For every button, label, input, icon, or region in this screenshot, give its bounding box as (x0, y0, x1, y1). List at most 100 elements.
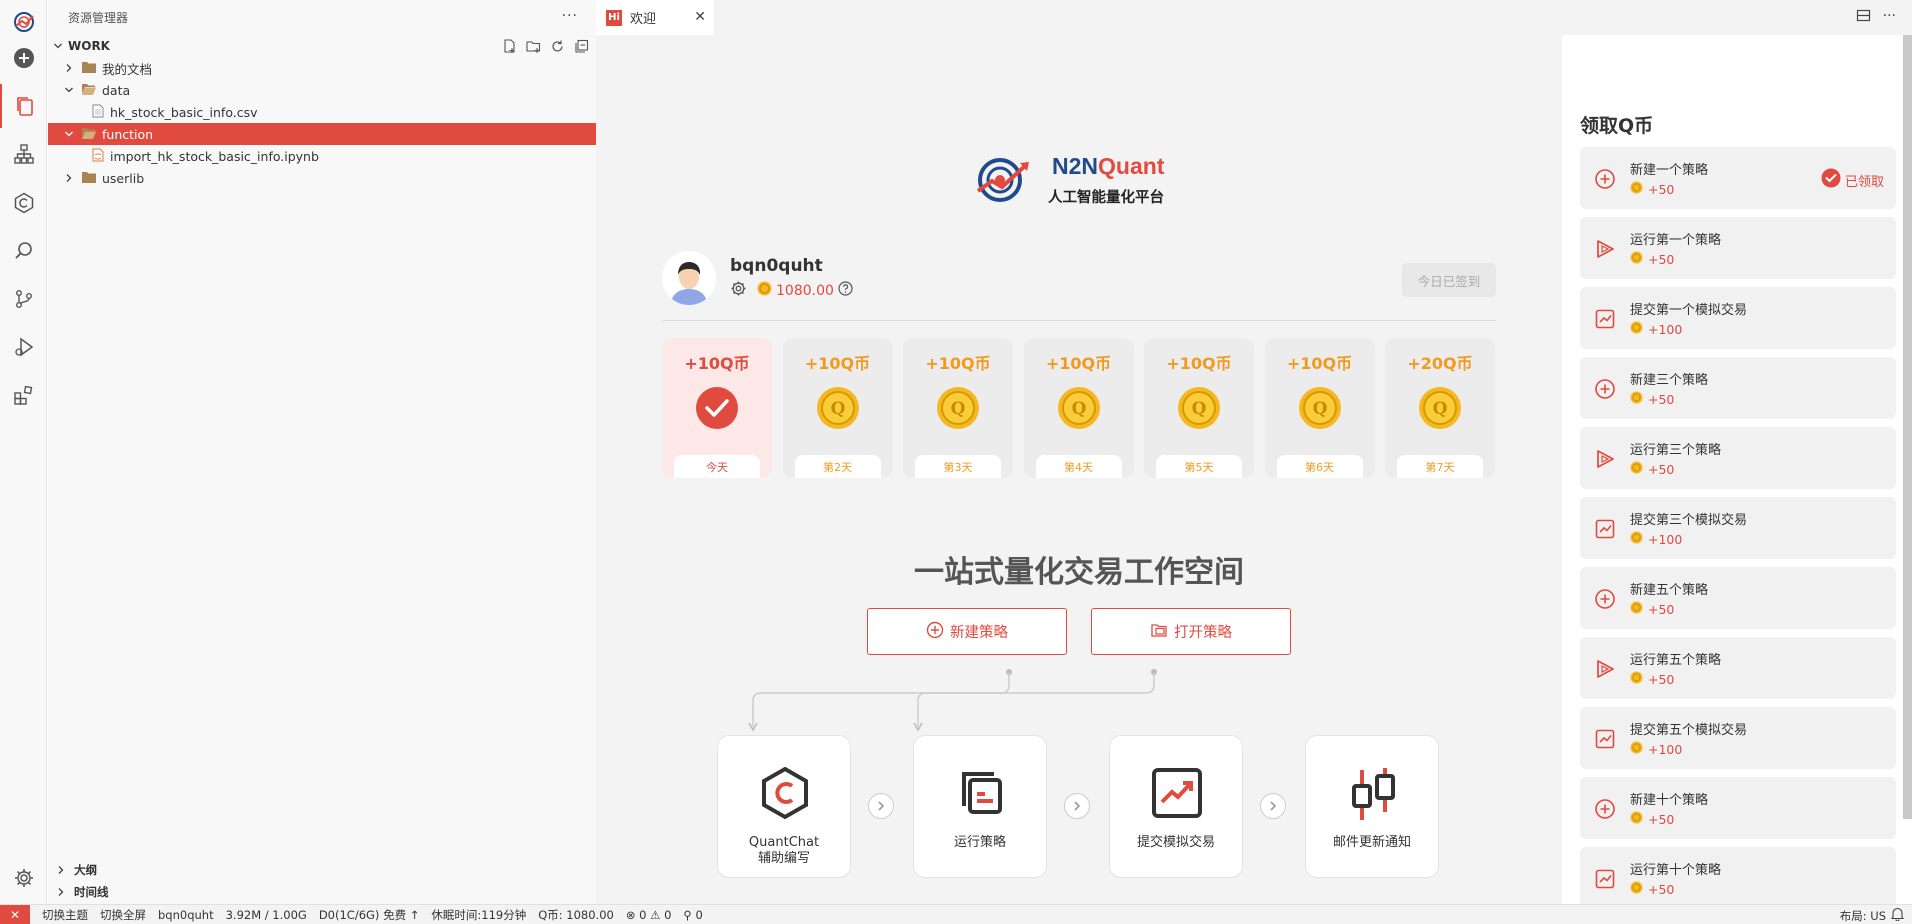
new-folder-icon[interactable] (524, 37, 542, 55)
sign-in-button[interactable]: 今日已签到 (1402, 263, 1496, 297)
reward-item[interactable]: 新建十个策略 +50 (1580, 777, 1896, 839)
status-ports[interactable]: ⚲ 0 (683, 908, 702, 922)
search-icon[interactable] (0, 229, 47, 273)
candlestick-icon (1352, 768, 1395, 820)
reward-name: 新建五个策略 (1630, 583, 1709, 598)
timeline-section[interactable]: 时间线 (48, 881, 596, 903)
status-user[interactable]: bqn0quht (158, 908, 214, 922)
reward-name: 运行第一个策略 (1630, 233, 1722, 248)
explorer-icon[interactable] (0, 84, 47, 128)
workflow-card-quantchat[interactable]: QuantChat 辅助编写 (717, 735, 851, 878)
tab-welcome[interactable]: Hi 欢迎 ✕ (596, 0, 714, 35)
svg-text:Q: Q (1433, 399, 1448, 419)
reward-item[interactable]: 运行第一个策略 +50 (1580, 217, 1896, 279)
new-file-icon[interactable] (500, 37, 518, 55)
workflow-card-run[interactable]: 运行策略 (913, 735, 1047, 878)
q-coin-icon (1630, 671, 1643, 687)
reward-item[interactable]: 新建五个策略 +50 (1580, 567, 1896, 629)
reward-item[interactable]: 运行第五个策略 +50 (1580, 637, 1896, 699)
structure-icon[interactable] (0, 132, 47, 176)
tree-item-folder[interactable]: userlib (48, 167, 596, 189)
day-reward: +10Q币 (925, 354, 991, 373)
remote-button[interactable]: ✕ (0, 904, 30, 924)
day-reward: +10Q币 (1286, 354, 1353, 373)
reward-item[interactable]: 提交第五个模拟交易 +100 (1580, 707, 1896, 769)
reward-item[interactable]: 提交第一个模拟交易 +100 (1580, 287, 1896, 349)
q-coin-icon (1630, 251, 1643, 267)
card-label-line1: QuantChat (748, 835, 820, 850)
split-editor-icon[interactable] (1856, 8, 1871, 27)
tree-item-file[interactable]: hk_stock_basic_info.csv (48, 101, 596, 123)
run-debug-icon[interactable] (0, 325, 47, 369)
reward-item[interactable]: 提交第三个模拟交易 +100 (1580, 497, 1896, 559)
extensions-icon[interactable] (0, 373, 47, 417)
workflow-card-email[interactable]: 邮件更新通知 (1305, 735, 1439, 878)
tree-item-label: import_hk_stock_basic_info.ipynb (110, 148, 319, 164)
status-coins[interactable]: Q币: 1080.00 (538, 907, 614, 923)
q-coin-icon (1630, 181, 1643, 197)
quantchat-icon[interactable] (0, 181, 47, 225)
toggle-fullscreen-button[interactable]: 切换全屏 (100, 907, 146, 923)
checkin-day-card[interactable]: +10Q币 Q 第3天 (903, 338, 1013, 478)
status-sleep: 休眠时间:119分钟 (431, 907, 527, 922)
q-coin-icon (1630, 531, 1643, 547)
reward-item[interactable]: 新建一个策略 +50 已领取 (1580, 147, 1896, 209)
help-icon[interactable] (838, 281, 853, 300)
checkin-day-card[interactable]: +10Q币 Q 第4天 (1023, 338, 1134, 478)
source-control-icon[interactable] (0, 277, 47, 321)
notebook-icon (92, 148, 104, 165)
reward-points-value: +50 (1648, 391, 1675, 407)
avatar[interactable] (662, 251, 716, 305)
more-actions-icon[interactable]: ··· (562, 8, 578, 24)
settings-icon[interactable] (730, 280, 747, 301)
checkin-day-card[interactable]: +10Q币 Q 第2天 (782, 338, 893, 478)
close-icon[interactable]: ✕ (694, 9, 706, 25)
tree-item-label: 我的文档 (102, 61, 153, 77)
reward-item[interactable]: 新建三个策略 +50 (1580, 357, 1896, 419)
q-coin-icon: Q (1057, 387, 1100, 429)
checkin-day-card[interactable]: +10Q币 Q 第6天 (1264, 338, 1375, 478)
checkin-day-card[interactable]: +20Q币 Q 第7天 (1385, 338, 1495, 478)
scrollbar[interactable] (1903, 35, 1912, 819)
reward-points: +50 (1630, 461, 1674, 477)
day-label: 第5天 (1156, 455, 1242, 478)
reward-points-value: +50 (1648, 181, 1675, 197)
reward-points: +50 (1630, 251, 1674, 267)
reward-name: 新建十个策略 (1630, 793, 1709, 808)
trade-chart-icon (1152, 768, 1202, 818)
more-actions-icon[interactable]: ··· (1883, 8, 1896, 27)
tree-item-folder-selected[interactable]: function (48, 123, 596, 145)
run-strategy-icon (962, 772, 1002, 814)
toggle-theme-button[interactable]: 切换主题 (42, 907, 88, 923)
q-coin-icon (1630, 881, 1643, 897)
reward-item[interactable]: 运行第三个策略 +50 (1580, 427, 1896, 489)
tree-item-folder[interactable]: 我的文档 (48, 57, 596, 79)
day-label: 第3天 (915, 455, 1001, 478)
reward-item[interactable]: 运行第十个策略 +50 (1580, 847, 1896, 904)
status-bar: ✕ 切换主题 切换全屏 bqn0quht 3.92M / 1.00G D0(1C… (0, 904, 1912, 924)
tree-item-notebook[interactable]: import_hk_stock_basic_info.ipynb (48, 145, 596, 167)
checkin-day-card[interactable]: +10Q币 今天 (662, 338, 772, 478)
reward-name: 运行第五个策略 (1630, 653, 1722, 668)
tree-item-folder[interactable]: data (48, 79, 596, 101)
keyboard-layout[interactable]: 布局: US (1840, 908, 1886, 924)
folder-open-icon (82, 127, 96, 142)
collapse-all-icon[interactable] (572, 37, 590, 55)
day-reward: +10Q币 (684, 354, 750, 373)
checkin-day-card[interactable]: +10Q币 Q 第5天 (1144, 338, 1254, 478)
q-coin-icon: Q (1419, 387, 1461, 429)
workflow-card-paper-trade[interactable]: 提交模拟交易 (1109, 735, 1243, 878)
play-icon (1594, 658, 1616, 680)
status-problems[interactable]: ⊗ 0 ⚠ 0 (626, 908, 672, 922)
bell-icon[interactable] (1890, 907, 1905, 924)
refresh-icon[interactable] (548, 37, 566, 55)
explorer-sidebar: 资源管理器 ··· WORK 我的文档 data hk_stock_basic_… (48, 0, 596, 904)
new-strategy-button[interactable]: 新建策略 (867, 608, 1067, 655)
workspace-name: WORK (68, 39, 110, 53)
open-strategy-button[interactable]: 打开策略 (1091, 608, 1291, 655)
username: bqn0quht (730, 256, 823, 276)
new-icon[interactable] (0, 36, 47, 80)
status-plan[interactable]: D0(1C/6G) 免费 ↑ (319, 907, 420, 923)
settings-icon[interactable] (0, 856, 47, 900)
outline-section[interactable]: 大纲 (48, 859, 596, 881)
